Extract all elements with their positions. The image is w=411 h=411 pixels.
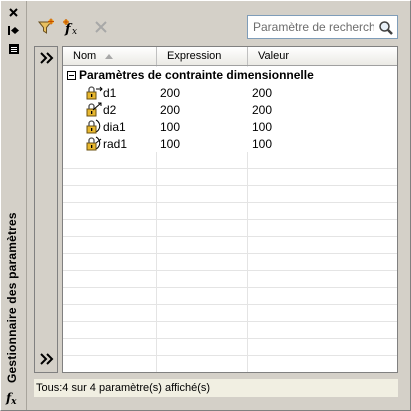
parameters-manager-palette: Gestionnaire des paramètres fx f x Param…	[0, 0, 411, 411]
radius-constraint-lock-icon	[86, 136, 102, 151]
fx-icon: fx	[6, 391, 17, 407]
properties-icon[interactable]	[5, 40, 22, 57]
sort-ascending-icon	[105, 54, 113, 59]
column-header-expression[interactable]: Expression	[157, 47, 248, 65]
grid-header: Nom Expression Valeur	[63, 47, 397, 66]
diameter-constraint-lock-icon	[86, 119, 101, 134]
auto-hide-icon[interactable]	[5, 22, 22, 39]
column-header-name-label: Nom	[73, 50, 97, 62]
group-label: Paramètres de contrainte dimensionnelle	[79, 68, 314, 82]
parameter-expression[interactable]: 100	[160, 120, 180, 134]
toolbar: f x	[34, 15, 404, 41]
parameter-expression[interactable]: 200	[160, 86, 180, 100]
parameter-value: 100	[252, 120, 273, 134]
parameters-grid: Nom Expression Valeur Paramètres de cont…	[62, 46, 398, 373]
row-divider	[63, 270, 397, 271]
row-divider	[63, 236, 397, 237]
parameter-expression[interactable]: 200	[160, 103, 180, 117]
status-bar: Tous:4 sur 4 paramètre(s) affiché(s)	[34, 379, 398, 397]
row-divider	[63, 202, 397, 203]
svg-text:x: x	[72, 27, 77, 36]
parameter-name: dia1	[103, 120, 126, 134]
column-header-value-label: Valeur	[258, 50, 289, 62]
expand-filter-tree-bottom-button[interactable]	[38, 353, 55, 369]
table-row[interactable]: d1 200 200	[63, 84, 397, 101]
row-divider	[63, 338, 397, 339]
palette-title: Gestionnaire des paramètres	[5, 212, 19, 383]
linear-constraint-lock-icon	[86, 86, 103, 100]
group-row[interactable]: Paramètres de contrainte dimensionnelle	[63, 67, 397, 84]
table-row[interactable]: d2 200 200	[63, 101, 397, 118]
status-text: Tous:4 sur 4 paramètre(s) affiché(s)	[36, 382, 211, 394]
row-divider	[63, 304, 397, 305]
delete-parameter-icon[interactable]	[90, 16, 112, 38]
row-divider	[63, 253, 397, 254]
column-header-expression-label: Expression	[167, 50, 222, 62]
row-divider	[63, 321, 397, 322]
expand-filter-tree-button[interactable]	[38, 52, 55, 68]
row-divider	[63, 185, 397, 186]
search-field[interactable]	[247, 15, 398, 39]
row-divider	[63, 287, 397, 288]
parameter-value: 200	[252, 103, 273, 117]
filter-icon[interactable]	[35, 16, 57, 38]
table-row[interactable]: dia1 100 100	[63, 118, 397, 135]
collapse-group-toggle[interactable]	[67, 71, 76, 80]
new-user-parameter-icon[interactable]: f x	[61, 16, 83, 38]
search-icon[interactable]	[378, 20, 394, 36]
parameter-name: d1	[103, 86, 117, 100]
parameter-value: 100	[252, 137, 273, 151]
row-divider	[63, 219, 397, 220]
search-input[interactable]	[248, 16, 374, 38]
row-divider	[63, 355, 397, 356]
parameter-name: rad1	[103, 137, 128, 151]
column-header-name[interactable]: Nom	[63, 47, 157, 65]
parameter-name: d2	[103, 103, 117, 117]
parameter-expression[interactable]: 100	[160, 137, 180, 151]
column-header-value[interactable]: Valeur	[248, 47, 397, 65]
table-row[interactable]: rad1 100 100	[63, 135, 397, 152]
parameter-value: 200	[252, 86, 273, 100]
row-divider	[63, 168, 397, 169]
aligned-constraint-lock-icon	[86, 102, 102, 117]
close-icon[interactable]	[5, 4, 22, 21]
palette-title-strip[interactable]: Gestionnaire des paramètres fx	[1, 1, 27, 410]
filter-tree-pane	[34, 46, 58, 373]
